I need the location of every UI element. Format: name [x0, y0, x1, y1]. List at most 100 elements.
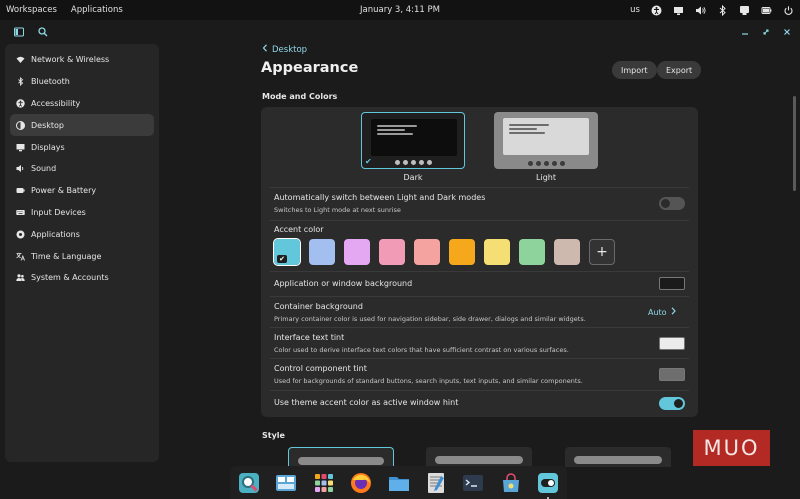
accent-swatch[interactable]: [379, 239, 405, 265]
sidebar: Network & Wireless Bluetooth Accessibili…: [5, 44, 159, 462]
sidebar-item-applications[interactable]: Applications: [10, 223, 154, 245]
auto-switch-toggle[interactable]: [659, 197, 685, 210]
control-tint-color-button[interactable]: [659, 368, 685, 381]
terminal-icon[interactable]: [461, 471, 485, 495]
bluetooth-icon: [16, 77, 25, 87]
sidebar-item-time-language[interactable]: Time & Language: [10, 245, 154, 267]
style-option-round[interactable]: [288, 447, 394, 467]
sidebar-item-displays[interactable]: Displays: [10, 136, 154, 158]
add-custom-color-button[interactable]: +: [589, 239, 615, 265]
chevron-left-icon: [262, 44, 268, 55]
theme-dark-option[interactable]: ✔: [361, 112, 465, 169]
accent-swatch[interactable]: [449, 239, 475, 265]
page-title: Appearance: [261, 60, 359, 76]
battery-icon[interactable]: [761, 5, 772, 16]
mode-colors-card: ✔ Dark Light Automatically switch betwee…: [261, 107, 698, 417]
theme-dark-label: Dark: [403, 173, 423, 182]
firefox-icon[interactable]: [349, 471, 373, 495]
app-background-color-button[interactable]: [659, 277, 685, 290]
divider: [270, 358, 689, 359]
app-library-icon[interactable]: [312, 471, 336, 495]
section-heading-style: Style: [262, 431, 285, 440]
minimize-icon[interactable]: [739, 26, 751, 38]
sidebar-item-label: Time & Language: [31, 251, 102, 261]
window-hint-title: Use theme accent color as active window …: [274, 398, 459, 407]
style-option-slightly-round[interactable]: [426, 447, 532, 467]
sidebar-item-label: Desktop: [31, 120, 64, 130]
export-button[interactable]: Export: [657, 61, 702, 79]
apps-icon: [16, 230, 25, 239]
bluetooth-icon[interactable]: [717, 4, 728, 16]
container-background-dropdown[interactable]: Auto: [648, 307, 676, 317]
sidebar-item-system-accounts[interactable]: System & Accounts: [10, 267, 154, 289]
window-hint-toggle[interactable]: [659, 397, 685, 410]
control-tint-title: Control component tint: [274, 364, 367, 373]
volume-icon[interactable]: [695, 5, 706, 16]
accent-swatch[interactable]: [414, 239, 440, 265]
container-background-value: Auto: [648, 307, 667, 317]
maximize-icon[interactable]: [760, 26, 772, 38]
search-icon[interactable]: [36, 25, 50, 39]
accent-swatch[interactable]: [554, 239, 580, 265]
divider: [270, 220, 689, 221]
sidebar-item-input-devices[interactable]: Input Devices: [10, 202, 154, 224]
sidebar-item-power[interactable]: Power & Battery: [10, 180, 154, 202]
keyboard-icon: [16, 208, 25, 217]
applications-button[interactable]: Applications: [71, 5, 123, 15]
sidebar-item-label: Sound: [31, 164, 57, 174]
watermark: MUO: [693, 430, 770, 466]
app-background-title: Application or window background: [274, 279, 413, 288]
sidebar-item-network[interactable]: Network & Wireless: [10, 49, 154, 71]
network-icon[interactable]: [739, 5, 750, 16]
import-button[interactable]: Import: [612, 61, 657, 79]
divider: [270, 296, 689, 297]
files-icon[interactable]: [387, 471, 411, 495]
store-icon[interactable]: [499, 471, 523, 495]
power-icon[interactable]: [783, 5, 794, 16]
sidebar-toggle-icon[interactable]: [12, 25, 26, 39]
sidebar-item-label: Displays: [31, 142, 65, 152]
theme-light-preview: [503, 118, 589, 155]
sidebar-item-label: System & Accounts: [31, 273, 109, 283]
sidebar-item-sound[interactable]: Sound: [10, 158, 154, 180]
accent-swatch[interactable]: [309, 239, 335, 265]
container-background-title: Container background: [274, 302, 363, 311]
wifi-icon: [16, 55, 25, 64]
accent-swatch[interactable]: [344, 239, 370, 265]
container-background-desc: Primary container color is used for navi…: [274, 315, 586, 323]
window-header: [0, 20, 800, 44]
chevron-right-icon: [671, 307, 676, 317]
settings-icon[interactable]: [536, 471, 560, 499]
scrollbar[interactable]: [793, 96, 796, 191]
preview-line: [377, 125, 417, 127]
sidebar-item-accessibility[interactable]: Accessibility: [10, 93, 154, 115]
auto-switch-title: Automatically switch between Light and D…: [274, 193, 486, 202]
accent-swatch[interactable]: [519, 239, 545, 265]
preview-line: [377, 133, 413, 135]
workspaces-button[interactable]: Workspaces: [6, 5, 57, 15]
display-icon[interactable]: [673, 5, 684, 16]
section-heading-mode-colors: Mode and Colors: [262, 92, 338, 101]
search-icon[interactable]: [237, 471, 261, 495]
text-tint-color-button[interactable]: [659, 337, 685, 350]
sidebar-item-label: Accessibility: [31, 98, 81, 108]
preview-dock: [494, 161, 598, 166]
accent-swatch[interactable]: [484, 239, 510, 265]
clock[interactable]: January 3, 4:11 PM: [360, 5, 440, 15]
sidebar-item-label: Applications: [31, 229, 80, 239]
style-option-square[interactable]: [565, 447, 671, 467]
display-icon: [16, 143, 25, 152]
keyboard-layout[interactable]: us: [630, 5, 640, 15]
accent-swatch[interactable]: ✔: [273, 238, 301, 266]
sidebar-item-bluetooth[interactable]: Bluetooth: [10, 71, 154, 93]
text-editor-icon[interactable]: [424, 471, 448, 495]
close-icon[interactable]: [781, 26, 793, 38]
theme-dark-preview: [371, 119, 457, 156]
theme-light-option[interactable]: [494, 112, 598, 169]
auto-switch-desc: Switches to Light mode at next sunrise: [274, 206, 401, 214]
accessibility-icon[interactable]: [651, 5, 662, 16]
sidebar-item-desktop[interactable]: Desktop: [10, 114, 154, 137]
desktop-icon: [16, 120, 25, 130]
workspaces-icon[interactable]: [274, 471, 298, 495]
back-link[interactable]: Desktop: [262, 44, 307, 55]
